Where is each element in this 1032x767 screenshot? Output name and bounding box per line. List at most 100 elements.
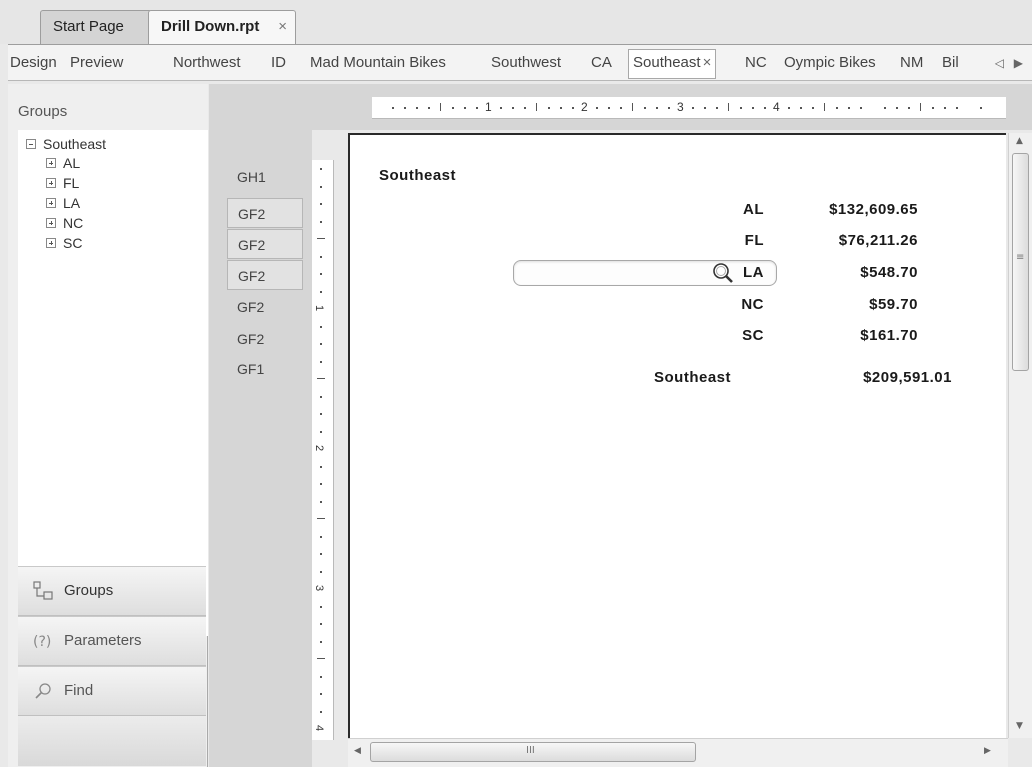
section-gutter: GH1 GF2 GF2 GF2 GF2 GF2 GF1 <box>209 84 312 767</box>
ruler-tick <box>956 107 958 109</box>
find-nav-label: Find <box>64 682 94 699</box>
expand-icon[interactable] <box>46 177 56 188</box>
ruler-number: 2 <box>581 100 588 114</box>
vertical-scroll-thumb[interactable]: ≡ <box>1012 153 1029 371</box>
expand-icon[interactable] <box>46 217 56 228</box>
tab-southeast[interactable]: Southeast × <box>628 49 717 79</box>
tab-nm[interactable]: NM <box>900 50 923 78</box>
ruler-number: 4 <box>313 724 326 732</box>
expand-icon[interactable] <box>46 237 56 248</box>
ruler-tick <box>692 107 694 109</box>
ruler-tick <box>824 103 825 111</box>
ruler-tick <box>464 107 466 109</box>
ruler-tick <box>320 343 322 345</box>
group-header-text[interactable]: Southeast <box>379 167 456 184</box>
ruler-number: 1 <box>485 100 492 114</box>
tab-drill-down-rpt[interactable]: Drill Down.rpt × <box>148 10 296 44</box>
close-icon[interactable]: × <box>278 11 287 43</box>
ruler-tick <box>320 413 322 415</box>
ruler-tick <box>320 360 322 363</box>
ruler-number: 2 <box>313 444 326 452</box>
tab-scroll-arrows-icon[interactable]: ◁ ▶ <box>995 50 1026 76</box>
tree-node-southeast[interactable]: Southeast <box>26 134 106 154</box>
ruler-tick <box>320 693 322 695</box>
scroll-grip-icon: III <box>526 745 535 756</box>
tab-id[interactable]: ID <box>271 50 286 78</box>
section-gf1[interactable]: GF1 <box>227 354 303 384</box>
tab-northwest[interactable]: Northwest <box>173 50 241 78</box>
scroll-down-icon[interactable]: ▼ <box>1016 721 1023 731</box>
scroll-up-icon[interactable]: ▲ <box>1016 136 1023 146</box>
state-label-al[interactable]: AL <box>710 201 764 218</box>
vertical-scrollbar[interactable]: ▲ ≡ ▼ <box>1008 133 1032 738</box>
group-total-amount: $209,591.01 <box>863 369 952 386</box>
ruler-tick <box>317 658 325 659</box>
tree-node-la[interactable]: LA <box>46 193 80 213</box>
ruler-tick <box>596 107 598 109</box>
ruler-tick <box>320 675 322 678</box>
state-label-nc[interactable]: NC <box>710 296 764 313</box>
ruler-tick <box>317 518 325 519</box>
tab-oympic-bikes[interactable]: Oympic Bikes <box>784 50 876 78</box>
ruler-tick <box>320 500 322 503</box>
section-gf2[interactable]: GF2 <box>227 198 303 228</box>
section-gh1[interactable]: GH1 <box>227 162 303 192</box>
section-gf2[interactable]: GF2 <box>227 260 303 290</box>
find-nav-button[interactable]: Find <box>18 666 206 716</box>
ruler-tick <box>452 107 454 109</box>
expand-icon[interactable] <box>46 197 56 208</box>
state-label-la[interactable]: LA <box>732 264 764 281</box>
ruler-tick <box>560 107 562 109</box>
ruler-tick <box>320 640 322 643</box>
drill-tab-label: Northwest <box>173 54 241 71</box>
horizontal-scroll-thumb[interactable]: III <box>370 742 696 762</box>
drill-tab-label: Mad Mountain Bikes <box>310 54 446 71</box>
ruler-number: 3 <box>313 584 326 592</box>
close-icon[interactable]: × <box>703 54 712 71</box>
section-gf2[interactable]: GF2 <box>227 324 303 354</box>
tab-ca[interactable]: CA <box>591 50 612 78</box>
ruler-tick <box>317 378 325 379</box>
groups-nav-button[interactable]: Groups <box>18 566 206 616</box>
horizontal-scrollbar[interactable]: ◀ III ▶ <box>348 738 1008 767</box>
tab-bil[interactable]: Bil <box>942 50 959 78</box>
amount-nc: $59.70 <box>869 296 918 313</box>
ruler-tick <box>740 107 742 109</box>
parameters-nav-label: Parameters <box>64 632 142 649</box>
ruler-tick <box>320 623 322 625</box>
state-label-fl[interactable]: FL <box>710 232 764 249</box>
tab-mad-mountain-bikes[interactable]: Mad Mountain Bikes <box>310 50 446 78</box>
collapse-icon[interactable] <box>26 138 36 149</box>
ruler-tick <box>320 553 322 555</box>
expand-icon[interactable] <box>46 157 56 168</box>
scroll-right-icon[interactable]: ▶ <box>984 746 991 756</box>
tab-start-page[interactable]: Start Page <box>40 10 152 44</box>
amount-sc: $161.70 <box>860 327 918 344</box>
amount-la: $548.70 <box>860 264 918 281</box>
tree-node-nc[interactable]: NC <box>46 213 83 233</box>
drill-tab-label: NC <box>745 54 767 71</box>
tree-node-label: FL <box>63 175 80 191</box>
ruler-tick <box>320 430 322 433</box>
tree-node-label: AL <box>63 155 81 171</box>
state-label-sc[interactable]: SC <box>710 327 764 344</box>
group-total-label: Southeast <box>654 369 732 386</box>
parameters-icon: (?) <box>33 634 51 650</box>
tree-node-fl[interactable]: FL <box>46 173 79 193</box>
ruler-tick <box>812 107 814 109</box>
ruler-tick <box>440 103 441 111</box>
tree-node-al[interactable]: AL <box>46 153 80 173</box>
ruler-tick <box>320 290 322 293</box>
section-gf2[interactable]: GF2 <box>227 292 303 322</box>
tab-southwest[interactable]: Southwest <box>491 50 561 78</box>
parameters-nav-button[interactable]: (?) Parameters <box>18 616 206 666</box>
tab-design[interactable]: Design <box>10 50 57 78</box>
ruler-tick <box>860 107 862 109</box>
section-gf2[interactable]: GF2 <box>227 229 303 259</box>
tab-start-page-label: Start Page <box>53 18 124 35</box>
tab-preview[interactable]: Preview <box>70 50 123 78</box>
scroll-left-icon[interactable]: ◀ <box>354 746 361 756</box>
ruler-tick <box>320 535 322 538</box>
tab-nc[interactable]: NC <box>745 50 767 78</box>
tree-node-sc[interactable]: SC <box>46 233 82 253</box>
